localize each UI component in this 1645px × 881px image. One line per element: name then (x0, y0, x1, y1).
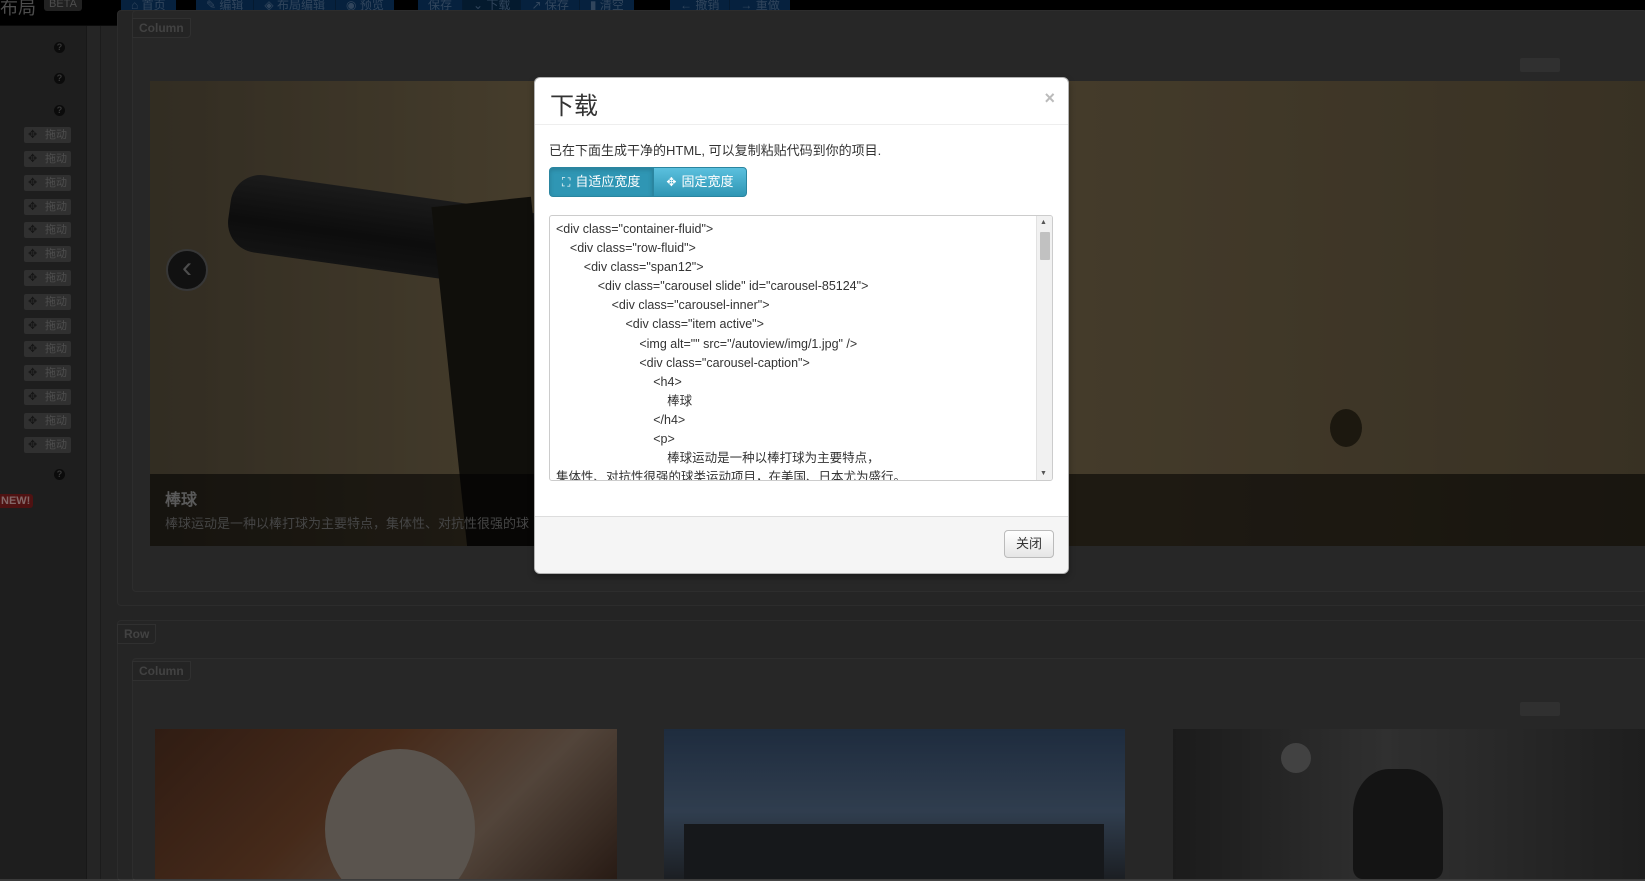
fluid-width-label: 自适应宽度 (575, 174, 641, 189)
move-icon: ✥ (666, 175, 677, 189)
modal-title: 下载 (550, 92, 598, 120)
close-button[interactable]: 关闭 (1003, 530, 1054, 558)
fixed-width-button[interactable]: ✥ 固定宽度 (653, 167, 747, 197)
fullscreen-icon: ⛶ (562, 175, 571, 189)
html-code-content[interactable]: <div class="container-fluid"> <div class… (556, 220, 1034, 480)
scrollbar-thumb[interactable] (1040, 232, 1050, 260)
html-code-textarea[interactable]: <div class="container-fluid"> <div class… (549, 215, 1053, 481)
scroll-up-icon[interactable]: ▲ (1040, 219, 1047, 226)
fluid-width-button[interactable]: ⛶ 自适应宽度 (549, 167, 654, 197)
modal-intro-text: 已在下面生成干净的HTML, 可以复制粘贴代码到你的项目. (549, 143, 882, 158)
scroll-down-icon[interactable]: ▼ (1040, 470, 1047, 477)
width-toggle-group: ⛶ 自适应宽度 ✥ 固定宽度 (549, 167, 747, 197)
code-scrollbar[interactable]: ▲ ▼ (1036, 216, 1052, 480)
download-modal: 下载 × 已在下面生成干净的HTML, 可以复制粘贴代码到你的项目. ⛶ 自适应宽… (534, 77, 1069, 574)
modal-header: 下载 × (535, 78, 1068, 125)
fixed-width-label: 固定宽度 (681, 174, 734, 189)
modal-body: 已在下面生成干净的HTML, 可以复制粘贴代码到你的项目. ⛶ 自适应宽度 ✥ 固定… (535, 125, 1068, 515)
close-icon[interactable]: × (1044, 88, 1055, 109)
modal-footer: 关闭 (535, 516, 1068, 573)
